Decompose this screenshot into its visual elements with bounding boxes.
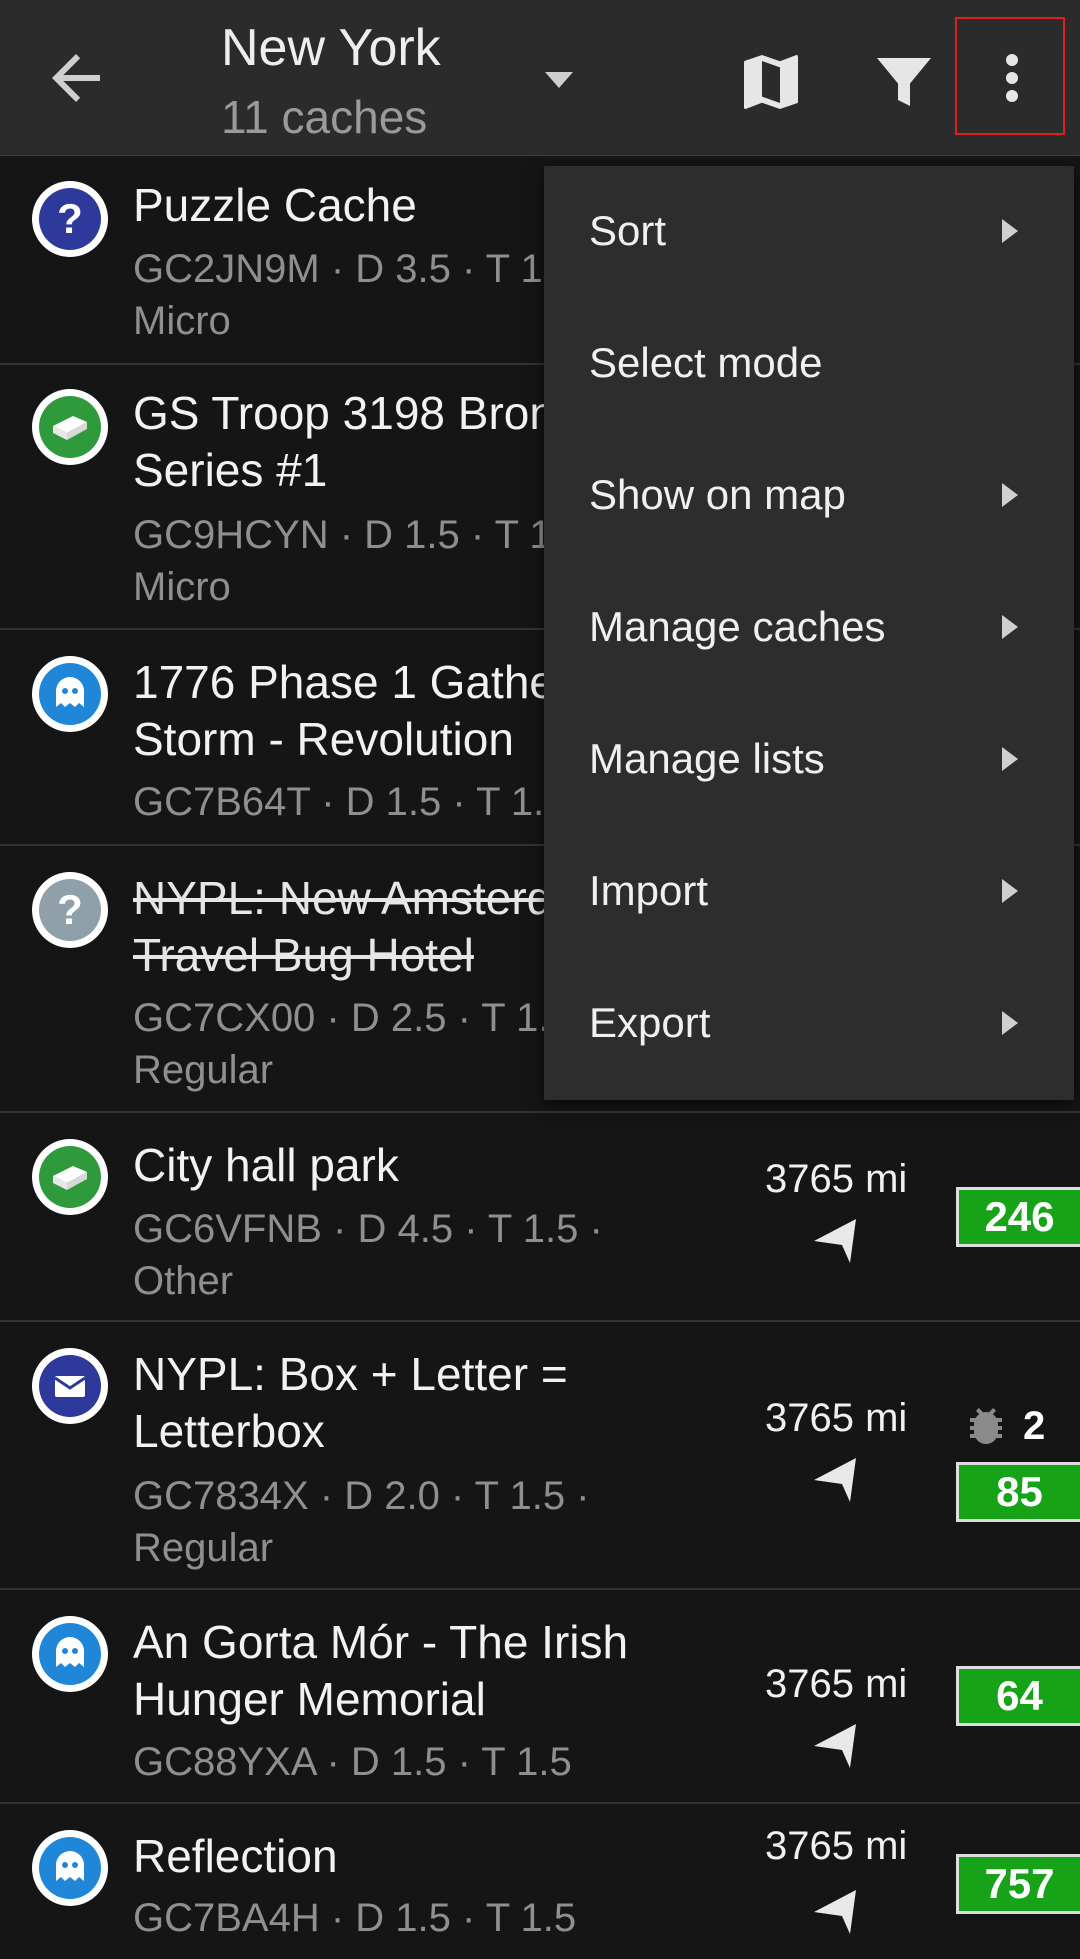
submenu-arrow-icon	[1002, 879, 1018, 903]
direction-arrow-icon	[814, 1458, 856, 1502]
menu-item-label: Sort	[589, 207, 667, 254]
virtual-cache-icon	[32, 1616, 108, 1692]
cache-name: An Gorta Mór - The Irish Hunger Memorial	[133, 1616, 629, 1725]
distance-label: 3765 mi	[765, 1662, 908, 1706]
menu-item-label: Manage caches	[589, 603, 886, 650]
cache-row[interactable]: City hall park GC6VFNB · D 4.5 · T 1.5 ·…	[0, 1113, 1080, 1322]
cache-name: Reflection	[133, 1830, 338, 1882]
cache-meta: GC7BA4H · D 1.5 · T 1.5	[133, 1896, 577, 1940]
menu-item-manage-caches[interactable]: Manage caches	[544, 562, 1074, 694]
list-dropdown-button[interactable]	[535, 60, 583, 100]
caret-down-icon	[545, 72, 573, 88]
favorites-badge: 64	[956, 1666, 1080, 1726]
filter-funnel-icon	[877, 58, 931, 106]
menu-item-label: Select mode	[589, 339, 823, 386]
svg-text:?: ?	[57, 195, 83, 242]
map-button[interactable]	[735, 46, 807, 118]
menu-item-label: Show on map	[589, 471, 846, 518]
submenu-arrow-icon	[1002, 219, 1018, 243]
menu-item-label: Export	[589, 999, 711, 1046]
distance-label: 3765 mi	[765, 1157, 908, 1201]
ghost-icon	[56, 1851, 84, 1881]
distance-label: 3765 mi	[765, 1824, 908, 1868]
favorites-badge: 246	[956, 1187, 1080, 1247]
direction-arrow-icon	[814, 1219, 856, 1263]
cache-meta: GC7834X · D 2.0 · T 1.5 · Regular	[133, 1474, 590, 1570]
cache-count[interactable]: 11 caches	[221, 90, 427, 144]
direction-arrow-icon	[814, 1724, 856, 1768]
filter-button[interactable]	[868, 46, 940, 118]
map-icon	[744, 55, 798, 109]
cache-row[interactable]: Reflection GC7BA4H · D 1.5 · T 1.5 3765 …	[0, 1804, 1080, 1959]
more-vertical-icon	[1006, 54, 1018, 102]
menu-item-label: Manage lists	[589, 735, 825, 782]
traditional-cache-icon	[32, 1139, 108, 1215]
submenu-arrow-icon	[1002, 1011, 1018, 1035]
distance-label: 3765 mi	[765, 1396, 908, 1440]
list-title[interactable]: New York	[221, 18, 441, 78]
ghost-icon	[56, 677, 84, 707]
question-icon: ?	[57, 886, 83, 933]
back-button[interactable]	[40, 42, 112, 114]
toolbar: New York 11 caches	[0, 0, 1080, 156]
virtual-cache-icon	[32, 656, 108, 732]
cache-row[interactable]: An Gorta Mór - The Irish Hunger Memorial…	[0, 1590, 1080, 1804]
direction-arrow-icon	[814, 1890, 856, 1934]
cache-meta: GC88YXA · D 1.5 · T 1.5	[133, 1740, 572, 1784]
menu-item-label: Import	[589, 867, 709, 914]
submenu-arrow-icon	[1002, 615, 1018, 639]
menu-item-manage-lists[interactable]: Manage lists	[544, 694, 1074, 826]
favorites-badge: 757	[956, 1854, 1080, 1914]
box-icon	[53, 1166, 87, 1190]
ghost-icon	[56, 1637, 84, 1667]
submenu-arrow-icon	[1002, 483, 1018, 507]
mystery-cache-archived-icon: ?	[32, 872, 108, 948]
envelope-icon	[54, 1376, 86, 1397]
trackable-count: 2	[1023, 1404, 1046, 1448]
overflow-menu-button[interactable]	[955, 17, 1065, 135]
cache-name: City hall park	[133, 1139, 399, 1191]
menu-item-select-mode[interactable]: Select mode	[544, 298, 1074, 430]
arrow-left-icon	[52, 54, 100, 102]
submenu-arrow-icon	[1002, 747, 1018, 771]
cache-meta: GC6VFNB · D 4.5 · T 1.5 · Other	[133, 1207, 603, 1303]
trackable-bug-icon	[970, 1408, 1002, 1444]
mystery-cache-icon: ?	[32, 181, 108, 257]
question-icon: ?	[57, 195, 83, 242]
menu-item-show-on-map[interactable]: Show on map	[544, 430, 1074, 562]
traditional-cache-icon	[32, 389, 108, 465]
letterbox-cache-icon	[32, 1348, 108, 1424]
box-icon	[53, 416, 87, 440]
cache-row[interactable]: NYPL: Box + Letter = Letterbox GC7834X ·…	[0, 1322, 1080, 1590]
svg-text:?: ?	[57, 886, 83, 933]
virtual-cache-icon	[32, 1830, 108, 1906]
favorites-badge: 85	[956, 1462, 1080, 1522]
menu-item-import[interactable]: Import	[544, 826, 1074, 958]
overflow-menu: Sort Select mode Show on map Manage cach…	[544, 166, 1074, 1100]
menu-item-sort[interactable]: Sort	[544, 166, 1074, 298]
cache-name: NYPL: Box + Letter = Letterbox	[133, 1348, 568, 1457]
menu-item-export[interactable]: Export	[544, 958, 1074, 1090]
